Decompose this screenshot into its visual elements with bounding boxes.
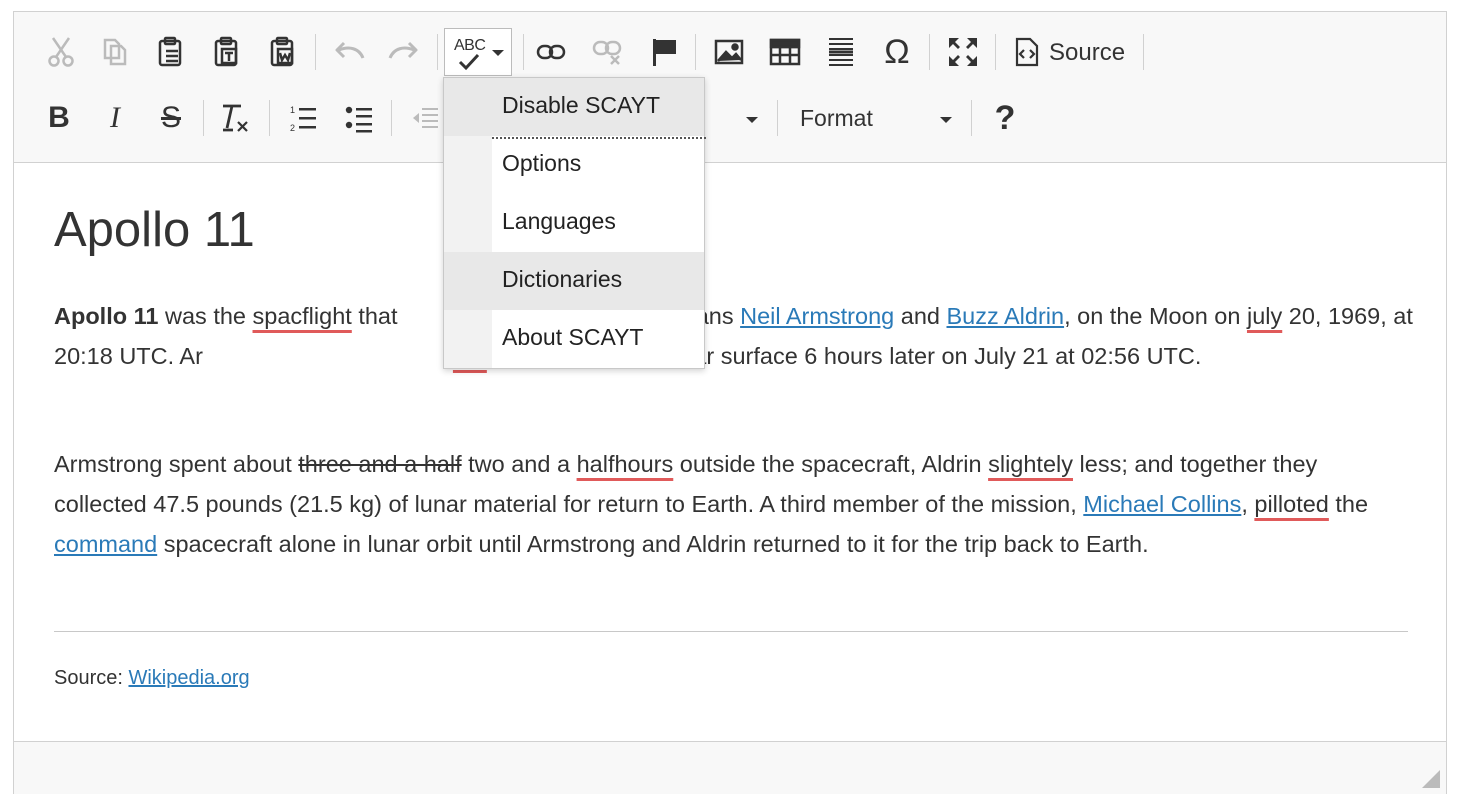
rich-text-editor: ABC Ω Source B I S 1 2 Format ? Apollo 1… [13, 11, 1447, 794]
paragraph-1: Apollo 11 was the spacflight that s, Ame… [54, 296, 1414, 376]
text: two and a [461, 451, 577, 477]
toolbar-separator [695, 34, 696, 70]
format-combo-label[interactable]: Format [800, 105, 873, 132]
toolbar-separator [315, 34, 316, 70]
bold-text: Apollo 11 [54, 303, 159, 329]
toolbar-separator [929, 34, 930, 70]
image-icon[interactable] [709, 32, 749, 72]
chevron-down-icon[interactable] [940, 117, 952, 123]
menu-item-options[interactable]: Options [444, 136, 704, 194]
link-command[interactable]: command [54, 531, 157, 557]
menu-item-label: Options [502, 150, 582, 176]
editor-toolbar: ABC Ω Source B I S 1 2 Format ? [14, 12, 1446, 163]
unlink-icon[interactable] [587, 32, 627, 72]
toolbar-separator [971, 100, 972, 136]
misspelled-word[interactable]: slightely [988, 451, 1073, 477]
paste-icon[interactable] [151, 32, 191, 72]
italic-icon[interactable]: I [95, 98, 135, 138]
table-icon[interactable] [765, 32, 805, 72]
svg-text:2: 2 [290, 123, 295, 133]
numbered-list-icon[interactable]: 12 [283, 98, 323, 138]
toolbar-separator [1143, 34, 1144, 70]
horizontal-line-icon[interactable] [821, 32, 861, 72]
chevron-down-icon[interactable] [746, 117, 758, 123]
remove-format-icon[interactable] [215, 98, 255, 138]
outdent-icon[interactable] [405, 98, 445, 138]
scayt-dropdown-menu: Disable SCAYT Options Languages Dictiona… [443, 77, 706, 369]
toolbar-separator [391, 100, 392, 136]
source-credit: Source: Wikipedia.org [54, 667, 250, 690]
strikethrough-icon[interactable]: S [151, 98, 191, 138]
link-neil-armstrong[interactable]: Neil Armstrong [740, 303, 894, 329]
menu-item-label: Disable SCAYT [502, 92, 661, 118]
redo-icon[interactable] [384, 32, 424, 72]
misspelled-word[interactable]: pilloted [1254, 491, 1328, 517]
maximize-icon[interactable] [943, 32, 983, 72]
text: and [894, 303, 947, 329]
toolbar-separator [437, 34, 438, 70]
editor-content[interactable]: Apollo 11 Apollo 11 was the spacflight t… [14, 162, 1446, 742]
menu-item-label: Languages [502, 208, 616, 234]
undo-icon[interactable] [329, 32, 369, 72]
text: outside the spacecraft, Aldrin [673, 451, 989, 477]
toolbar-separator [523, 34, 524, 70]
misspelled-word[interactable]: july [1247, 303, 1282, 329]
link-icon[interactable] [531, 32, 571, 72]
text: that [351, 303, 405, 329]
menu-item-dictionaries[interactable]: Dictionaries [444, 252, 704, 310]
horizontal-rule [54, 631, 1408, 632]
menu-item-label: About SCAYT [502, 324, 644, 350]
menu-item-disable-scayt[interactable]: Disable SCAYT [444, 78, 704, 136]
link-buzz-aldrin[interactable]: Buzz Aldrin [947, 303, 1065, 329]
source-icon[interactable] [1007, 32, 1047, 72]
resize-handle[interactable] [1422, 770, 1440, 788]
strikethrough-text: three and a half [298, 451, 462, 477]
chevron-down-icon [492, 50, 504, 56]
misspelled-word[interactable]: spacflight [253, 303, 352, 329]
toolbar-separator [269, 100, 270, 136]
text: was the [158, 303, 253, 329]
cut-icon[interactable] [41, 32, 81, 72]
text: , on the Moon on [1064, 303, 1247, 329]
menu-item-label: Dictionaries [502, 266, 623, 292]
anchor-flag-icon[interactable] [644, 32, 684, 72]
source-link[interactable]: Wikipedia.org [128, 667, 249, 689]
menu-item-languages[interactable]: Languages [444, 194, 704, 252]
text: , [1241, 491, 1255, 517]
page-title: Apollo 11 [54, 203, 255, 257]
misspelled-word[interactable]: halfhours [577, 451, 674, 477]
toolbar-separator [995, 34, 996, 70]
source-button-label[interactable]: Source [1049, 39, 1125, 67]
paste-text-icon[interactable] [207, 32, 247, 72]
text: the [1328, 491, 1369, 517]
paragraph-2: Armstrong spent about three and a half t… [54, 444, 1414, 564]
menu-item-about-scayt[interactable]: About SCAYT [444, 310, 704, 368]
source-prefix: Source: [54, 667, 129, 689]
toolbar-separator [203, 100, 204, 136]
text: spacecraft alone in lunar orbit until Ar… [157, 531, 1149, 557]
editor-bottom-bar [14, 741, 1446, 794]
copy-icon[interactable] [95, 32, 135, 72]
paste-word-icon[interactable] [263, 32, 303, 72]
bulleted-list-icon[interactable] [339, 98, 379, 138]
help-icon[interactable]: ? [985, 98, 1025, 138]
toolbar-separator [777, 100, 778, 136]
link-michael-collins[interactable]: Michael Collins [1083, 491, 1241, 517]
svg-text:1: 1 [290, 105, 295, 115]
spellcheck-button[interactable]: ABC [444, 28, 512, 76]
special-char-icon[interactable]: Ω [877, 32, 917, 72]
bold-icon[interactable]: B [39, 98, 79, 138]
text: Armstrong spent about [54, 451, 299, 477]
